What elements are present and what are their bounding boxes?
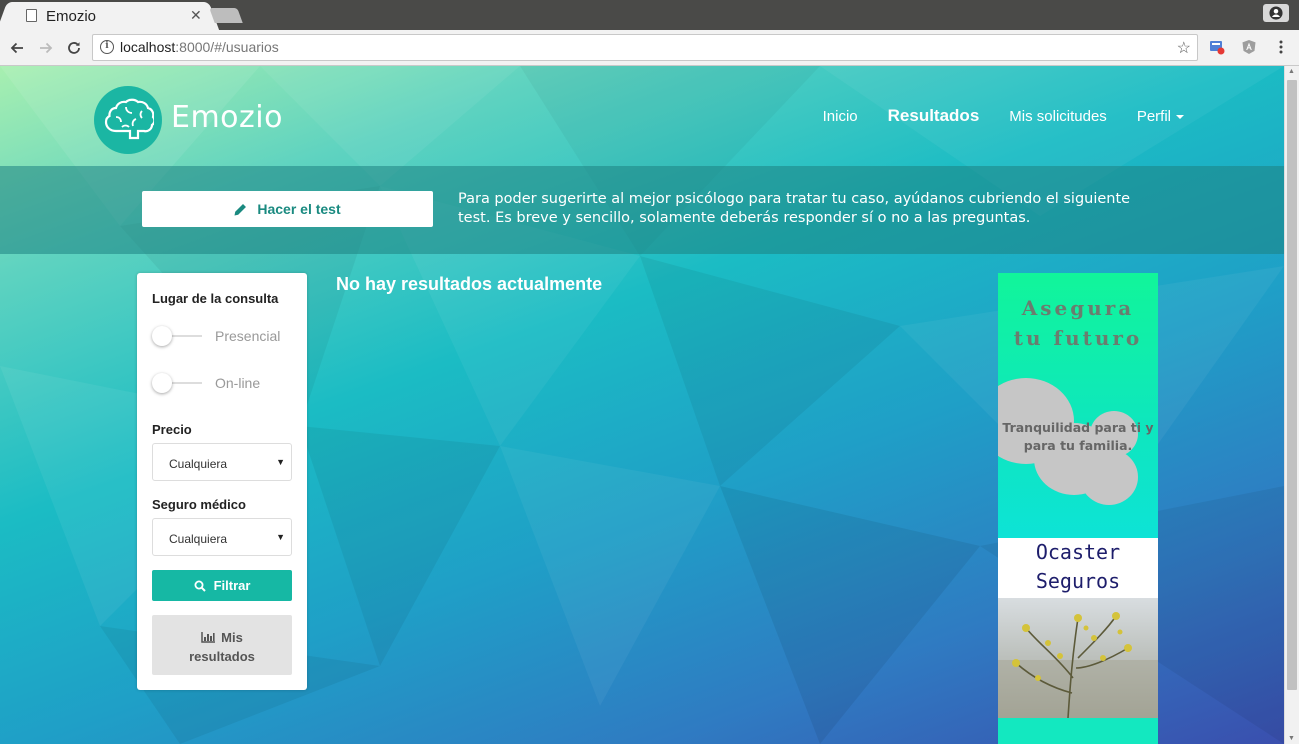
bar-chart-icon <box>201 632 216 643</box>
browser-toolbar: i localhost:8000/#/usuarios ☆ <box>0 30 1299 66</box>
brand-name[interactable]: Emozio <box>171 100 283 135</box>
page: Emozio Inicio Resultados Mis solicitudes… <box>0 66 1284 744</box>
menu-dots-icon[interactable] <box>1273 39 1289 55</box>
extension-icon[interactable] <box>1209 39 1225 55</box>
pencil-icon <box>234 203 247 216</box>
insurance-select[interactable]: Cualquiera ▼ <box>152 518 292 556</box>
presencial-label: Presencial <box>215 328 281 344</box>
info-icon[interactable]: i <box>100 40 114 54</box>
browser-tab[interactable]: Emozio ✕ <box>8 2 208 30</box>
page-scrollbar[interactable]: ▲ ▼ <box>1284 66 1299 744</box>
arrow-left-icon <box>10 42 23 54</box>
url-text: localhost:8000/#/usuarios <box>120 39 279 55</box>
cloud-shape <box>1080 449 1138 505</box>
tab-title: Emozio <box>46 8 97 25</box>
ad-bottom-panel: Ocaster Seguros <box>998 538 1158 718</box>
test-banner: Hacer el test Para poder sugerirte al me… <box>0 166 1284 254</box>
back-button[interactable] <box>7 38 27 58</box>
ad-brand: Ocaster Seguros <box>1035 540 1121 593</box>
forward-button[interactable] <box>36 38 56 58</box>
insurance-heading: Seguro médico <box>152 497 246 512</box>
close-tab-icon[interactable]: ✕ <box>190 7 202 24</box>
scroll-up-icon[interactable]: ▲ <box>1288 68 1295 75</box>
brain-icon <box>104 98 154 140</box>
address-bar[interactable]: i localhost:8000/#/usuarios ☆ <box>92 34 1198 61</box>
banner-description: Para poder sugerirte al mejor psicólogo … <box>458 191 1131 226</box>
advertisement-banner[interactable]: Asegura tu futuro Tranquilidad para ti yp… <box>998 273 1158 744</box>
main-nav: Inicio Resultados Mis solicitudes Perfil <box>823 106 1184 126</box>
profile-button[interactable] <box>1263 4 1289 22</box>
price-heading: Precio <box>152 422 192 437</box>
nav-perfil-dropdown[interactable]: Perfil <box>1137 108 1184 126</box>
dropdown-arrow-icon: ▼ <box>276 457 285 467</box>
dropdown-arrow-icon: ▼ <box>276 532 285 542</box>
nav-resultados[interactable]: Resultados <box>888 106 980 126</box>
take-test-button[interactable]: Hacer el test <box>142 191 433 227</box>
ad-tagline: Tranquilidad para ti y para tu familia. <box>1002 420 1154 453</box>
nav-inicio[interactable]: Inicio <box>823 108 858 126</box>
price-select[interactable]: Cualquiera ▼ <box>152 443 292 481</box>
search-icon <box>194 580 206 592</box>
ad-photo <box>998 598 1158 718</box>
reload-button[interactable] <box>64 38 84 58</box>
bookmark-star-icon[interactable]: ☆ <box>1177 38 1191 58</box>
scroll-thumb[interactable] <box>1287 80 1297 690</box>
nav-mis-solicitudes[interactable]: Mis solicitudes <box>1009 108 1107 126</box>
empty-results-message: No hay resultados actualmente <box>336 274 603 294</box>
presencial-toggle[interactable] <box>152 326 202 346</box>
reload-icon <box>68 42 80 54</box>
plant-illustration <box>998 612 1158 718</box>
page-icon <box>26 9 37 22</box>
caret-down-icon <box>1176 115 1184 120</box>
my-results-button[interactable]: Mis resultados <box>152 615 292 675</box>
ad-top-panel: Asegura tu futuro Tranquilidad para ti yp… <box>998 273 1158 538</box>
online-toggle[interactable] <box>152 373 202 393</box>
angular-extension-icon[interactable] <box>1241 39 1257 55</box>
browser-tabstrip: Emozio ✕ <box>0 0 1299 30</box>
location-heading: Lugar de la consulta <box>152 291 279 306</box>
user-icon <box>1269 6 1283 20</box>
arrow-right-icon <box>40 42 53 54</box>
online-label: On-line <box>215 375 261 391</box>
ad-title: Asegura tu futuro <box>1013 296 1143 350</box>
new-tab-button[interactable] <box>209 8 243 23</box>
filter-button[interactable]: Filtrar <box>152 570 292 601</box>
site-logo[interactable] <box>94 86 162 154</box>
scroll-down-icon[interactable]: ▼ <box>1288 735 1295 742</box>
ad-footer <box>998 718 1158 744</box>
filters-panel: Lugar de la consulta Presencial On-line … <box>137 273 307 690</box>
